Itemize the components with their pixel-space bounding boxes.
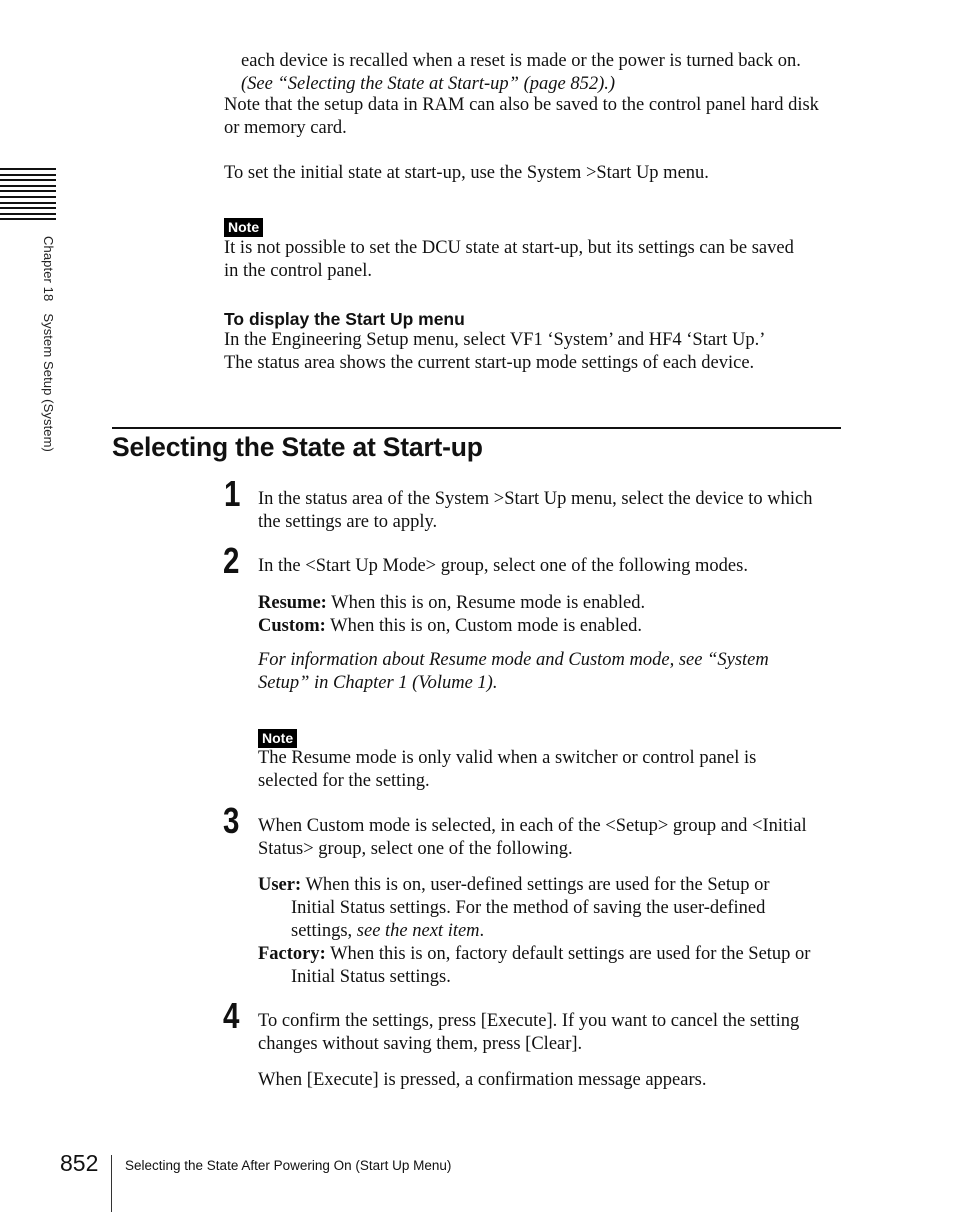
step-number-3: 3 — [223, 800, 240, 841]
note-badge: Note — [224, 218, 264, 237]
footer-divider — [111, 1155, 112, 1212]
option-custom: Custom: When this is on, Custom mode is … — [258, 615, 645, 638]
note-line: selected for the setting. — [258, 771, 430, 791]
option-desc: When this is on, Resume mode is enabled. — [331, 593, 646, 613]
paragraph-line: Note that the setup data in RAM can also… — [224, 95, 819, 115]
step-line: changes without saving them, press [Clea… — [258, 1034, 583, 1054]
note-line: The Resume mode is only valid when a swi… — [258, 748, 757, 768]
step-line: When Custom mode is selected, in each of… — [258, 816, 807, 836]
option-term: Custom: — [258, 616, 326, 636]
option-desc-text: settings, — [291, 921, 357, 941]
step-number-1: 1 — [224, 473, 241, 514]
footer-running-title: Selecting the State After Powering On (S… — [125, 1158, 452, 1173]
step-line: To confirm the settings, press [Execute]… — [258, 1011, 800, 1031]
paragraph-startup-menu: To set the initial state at start-up, us… — [224, 162, 709, 185]
option-desc-continued: Initial Status settings. For the method … — [291, 898, 766, 918]
step-1-text: In the status area of the System >Start … — [258, 488, 813, 534]
step-4-text: To confirm the settings, press [Execute]… — [258, 1010, 799, 1056]
cross-reference[interactable]: (See “Selecting the State at Start-up” (… — [241, 73, 801, 96]
paragraph-line: To set the initial state at start-up, us… — [224, 163, 709, 183]
option-factory: Factory: When this is on, factory defaul… — [258, 943, 810, 966]
step-number-4: 4 — [223, 995, 240, 1036]
option-term: Resume: — [258, 593, 327, 613]
step-3-text: When Custom mode is selected, in each of… — [258, 815, 807, 861]
step-line: Status> group, select one of the followi… — [258, 839, 573, 859]
side-chapter-label: Chapter 18 System Setup (System) — [41, 236, 56, 452]
option-user: User: When this is on, user-defined sett… — [258, 874, 810, 897]
step-line: the settings are to apply. — [258, 512, 438, 532]
step-line: In the status area of the System >Start … — [258, 489, 813, 509]
step-number-2: 2 — [223, 540, 240, 581]
cross-reference[interactable]: see the next item — [357, 921, 480, 941]
option-term: User: — [258, 875, 302, 895]
step-line: In the <Start Up Mode> group, select one… — [258, 556, 748, 576]
chapter-tab-marker — [0, 168, 56, 222]
side-chapter-number: Chapter 18 — [41, 236, 56, 302]
note-label: Note — [224, 218, 264, 237]
note-line: in the control panel. — [224, 261, 372, 281]
option-desc-continued: Initial Status settings. — [291, 967, 451, 987]
option-desc-continued: settings, see the next item. — [258, 920, 810, 943]
continued-line: each device is recalled when a reset is … — [241, 51, 801, 71]
option-term: Factory: — [258, 944, 326, 964]
step-3-options: User: When this is on, user-defined sett… — [258, 874, 810, 989]
step-4-after: When [Execute] is pressed, a confirmatio… — [258, 1069, 706, 1092]
reference-line: For information about Resume mode and Cu… — [258, 650, 769, 670]
note-badge: Note — [258, 729, 298, 748]
page-number: 852 — [60, 1150, 99, 1176]
section-rule — [112, 427, 841, 429]
continued-item: each device is recalled when a reset is … — [241, 50, 801, 96]
option-desc: When this is on, factory default setting… — [330, 944, 811, 964]
paragraph-ram-note: Note that the setup data in RAM can also… — [224, 94, 819, 140]
option-desc-text: . — [479, 921, 485, 941]
subheading: To display the Start Up menu — [224, 309, 465, 329]
note-text: It is not possible to set the DCU state … — [224, 237, 794, 283]
step-2-reference: For information about Resume mode and Cu… — [258, 649, 769, 695]
reference-line: Setup” in Chapter 1 (Volume 1). — [258, 673, 498, 693]
side-chapter-title: System Setup (System) — [41, 313, 56, 452]
paragraph-line: The status area shows the current start-… — [224, 353, 755, 373]
option-desc: When this is on, Custom mode is enabled. — [330, 616, 643, 636]
section-title: Selecting the State at Start-up — [112, 432, 483, 462]
option-desc: When this is on, user-defined settings a… — [305, 875, 770, 895]
note-line: It is not possible to set the DCU state … — [224, 238, 794, 258]
paragraph-line: In the Engineering Setup menu, select VF… — [224, 330, 766, 350]
step-2-note-text: The Resume mode is only valid when a swi… — [258, 747, 756, 793]
paragraph-line: When [Execute] is pressed, a confirmatio… — [258, 1070, 707, 1090]
step-2-text: In the <Start Up Mode> group, select one… — [258, 555, 748, 578]
subheading-body: In the Engineering Setup menu, select VF… — [224, 329, 765, 375]
note-label: Note — [258, 729, 298, 748]
paragraph-line: or memory card. — [224, 118, 347, 138]
step-2-options: Resume: When this is on, Resume mode is … — [258, 592, 645, 638]
option-resume: Resume: When this is on, Resume mode is … — [258, 592, 645, 615]
